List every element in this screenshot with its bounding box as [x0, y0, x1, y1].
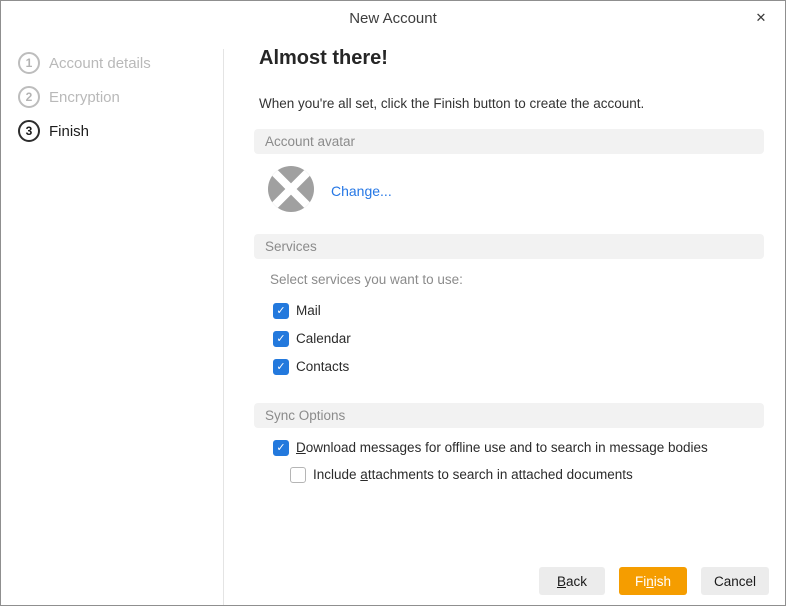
step-encryption[interactable]: 2 Encryption [18, 86, 223, 108]
step-number-badge: 2 [18, 86, 40, 108]
section-header-sync-options: Sync Options [254, 403, 764, 428]
main-content: Almost there! When you're all set, click… [254, 1, 764, 605]
contacts-checkbox[interactable]: ✓ [273, 358, 289, 375]
section-header-account-avatar: Account avatar [254, 129, 764, 154]
step-label: Account details [49, 54, 151, 72]
mail-checkbox[interactable]: ✓ [273, 302, 289, 319]
step-label: Finish [49, 122, 90, 140]
cancel-button[interactable]: Cancel [701, 567, 769, 595]
calendar-checkbox[interactable]: ✓ [273, 330, 289, 347]
checkbox-label: Download messages for offline use and to… [296, 440, 708, 455]
step-label: Encryption [49, 88, 120, 106]
step-number-badge: 1 [18, 52, 40, 74]
checkbox-label: Contacts [296, 359, 350, 374]
checkbox-label: Include attachments to search in attache… [313, 467, 633, 482]
include-attachments-checkbox[interactable] [290, 466, 306, 483]
page-subtitle: When you're all set, click the Finish bu… [259, 96, 645, 111]
checkbox-row-include-attachments[interactable]: Include attachments to search in attache… [290, 466, 633, 483]
checkbox-row-contacts[interactable]: ✓ Contacts [273, 358, 349, 375]
checkbox-label: Mail [296, 303, 321, 318]
download-messages-checkbox[interactable]: ✓ [273, 439, 289, 456]
change-avatar-link[interactable]: Change... [331, 183, 392, 199]
step-account-details[interactable]: 1 Account details [18, 52, 223, 74]
new-account-dialog: New Account ✕ 1 Account details 2 Encryp… [0, 0, 786, 606]
checkbox-label: Calendar [296, 331, 351, 346]
step-number-badge: 3 [18, 120, 40, 142]
avatar [268, 166, 314, 212]
finish-button[interactable]: Finish [619, 567, 687, 595]
step-finish[interactable]: 3 Finish [18, 120, 223, 142]
services-hint: Select services you want to use: [270, 272, 463, 287]
checkbox-row-download-messages[interactable]: ✓ Download messages for offline use and … [273, 439, 708, 456]
back-button[interactable]: Back [539, 567, 605, 595]
checkbox-row-calendar[interactable]: ✓ Calendar [273, 330, 351, 347]
wizard-steps: 1 Account details 2 Encryption 3 Finish [1, 52, 223, 154]
sidebar-divider [223, 49, 224, 605]
page-title: Almost there! [259, 47, 388, 69]
section-header-services: Services [254, 234, 764, 259]
checkbox-row-mail[interactable]: ✓ Mail [273, 302, 321, 319]
